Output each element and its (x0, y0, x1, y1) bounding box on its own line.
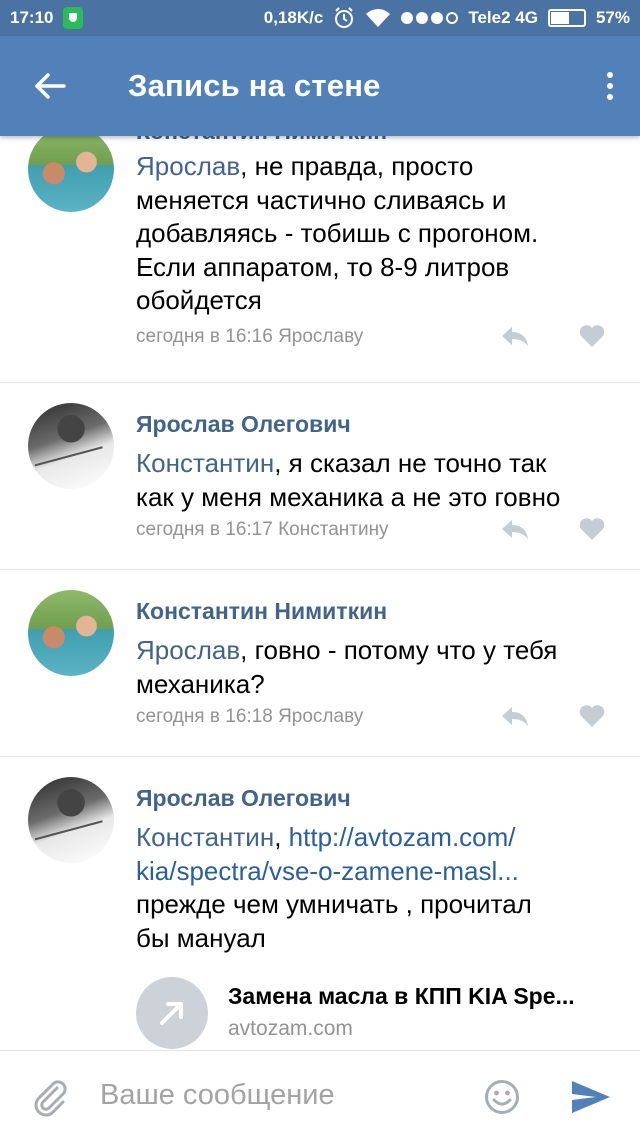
comment-text: Константин, http://avtozam.com/ kia/spec… (136, 822, 532, 953)
like-icon[interactable] (578, 517, 606, 541)
app-bar: Запись на стене (0, 36, 640, 136)
alarm-icon (335, 7, 354, 28)
avatar[interactable] (28, 136, 114, 212)
mention-link[interactable]: Константин (136, 448, 274, 478)
comment-author[interactable]: Ярослав Олегович (136, 411, 351, 438)
comment-item: Константин Нимиткин Ярослав, говно - пот… (0, 570, 640, 757)
comment-author[interactable]: Константин Нимиткин (136, 136, 387, 145)
comment-author[interactable]: Константин Нимиткин (136, 598, 387, 625)
like-icon[interactable] (578, 704, 606, 728)
avatar[interactable] (28, 777, 114, 863)
comment-meta: сегодня в 16:17 Константину (136, 519, 389, 540)
comments-feed[interactable]: Константин Нимиткин Ярослав, не правда, … (0, 136, 640, 1049)
more-options-button[interactable] (580, 36, 640, 136)
emoji-icon[interactable] (484, 1079, 520, 1115)
link-attachment[interactable]: Замена масла в КПП KIA Spe... avtozam.co… (136, 977, 626, 1049)
like-icon[interactable] (578, 324, 606, 348)
status-bar: 17:10 0,18K/c Tele2 4G 57% (0, 0, 640, 36)
message-input[interactable] (100, 1071, 460, 1119)
network-speed: 0,18K/c (263, 8, 324, 27)
comment-author[interactable]: Ярослав Олегович (136, 785, 351, 812)
comment-item: Ярослав Олегович Константин, http://avto… (0, 757, 640, 1049)
reply-icon[interactable] (500, 704, 530, 728)
avatar[interactable] (28, 403, 114, 489)
mention-link[interactable]: Ярослав (136, 151, 240, 181)
comment-text: Ярослав, не правда, просто меняется част… (136, 151, 539, 315)
message-composer (0, 1050, 640, 1137)
back-arrow-icon (35, 73, 66, 99)
reply-icon[interactable] (500, 517, 530, 541)
battery-percent: 57% (595, 8, 630, 27)
more-vert-icon (607, 72, 613, 78)
attachment-title: Замена масла в КПП KIA Spe... (228, 983, 575, 1009)
avatar[interactable] (28, 590, 114, 676)
comment-item: Ярослав Олегович Константин, я сказал не… (0, 383, 640, 570)
external-link-icon (136, 977, 208, 1049)
send-icon[interactable] (570, 1079, 612, 1115)
carrier-label: Tele2 4G (468, 8, 538, 27)
wifi-icon (366, 9, 391, 27)
paperclip-icon[interactable] (30, 1077, 70, 1117)
comment-meta: сегодня в 16:16 Ярославу (136, 326, 364, 347)
comment-text: Константин, я сказал не точно так как у … (136, 448, 561, 512)
comment-meta: сегодня в 16:18 Ярославу (136, 706, 364, 727)
signal-dots-icon (401, 12, 459, 24)
url-link[interactable]: http://avtozam.com/ (289, 822, 516, 852)
battery-icon (547, 9, 586, 27)
mention-link[interactable]: Константин (136, 822, 274, 852)
comment-item: Константин Нимиткин Ярослав, не правда, … (0, 136, 640, 383)
attachment-domain: avtozam.com (228, 1017, 353, 1040)
comment-text: Ярослав, говно - потому что у тебя механ… (136, 635, 558, 699)
url-link[interactable]: kia/spectra/vse-o-zamene-masl... (136, 856, 519, 886)
status-time: 17:10 (10, 8, 54, 27)
back-button[interactable] (0, 36, 100, 136)
reply-icon[interactable] (500, 324, 530, 348)
page-title: Запись на стене (128, 68, 381, 103)
vpn-shield-icon (63, 7, 84, 29)
mention-link[interactable]: Ярослав (136, 635, 240, 665)
